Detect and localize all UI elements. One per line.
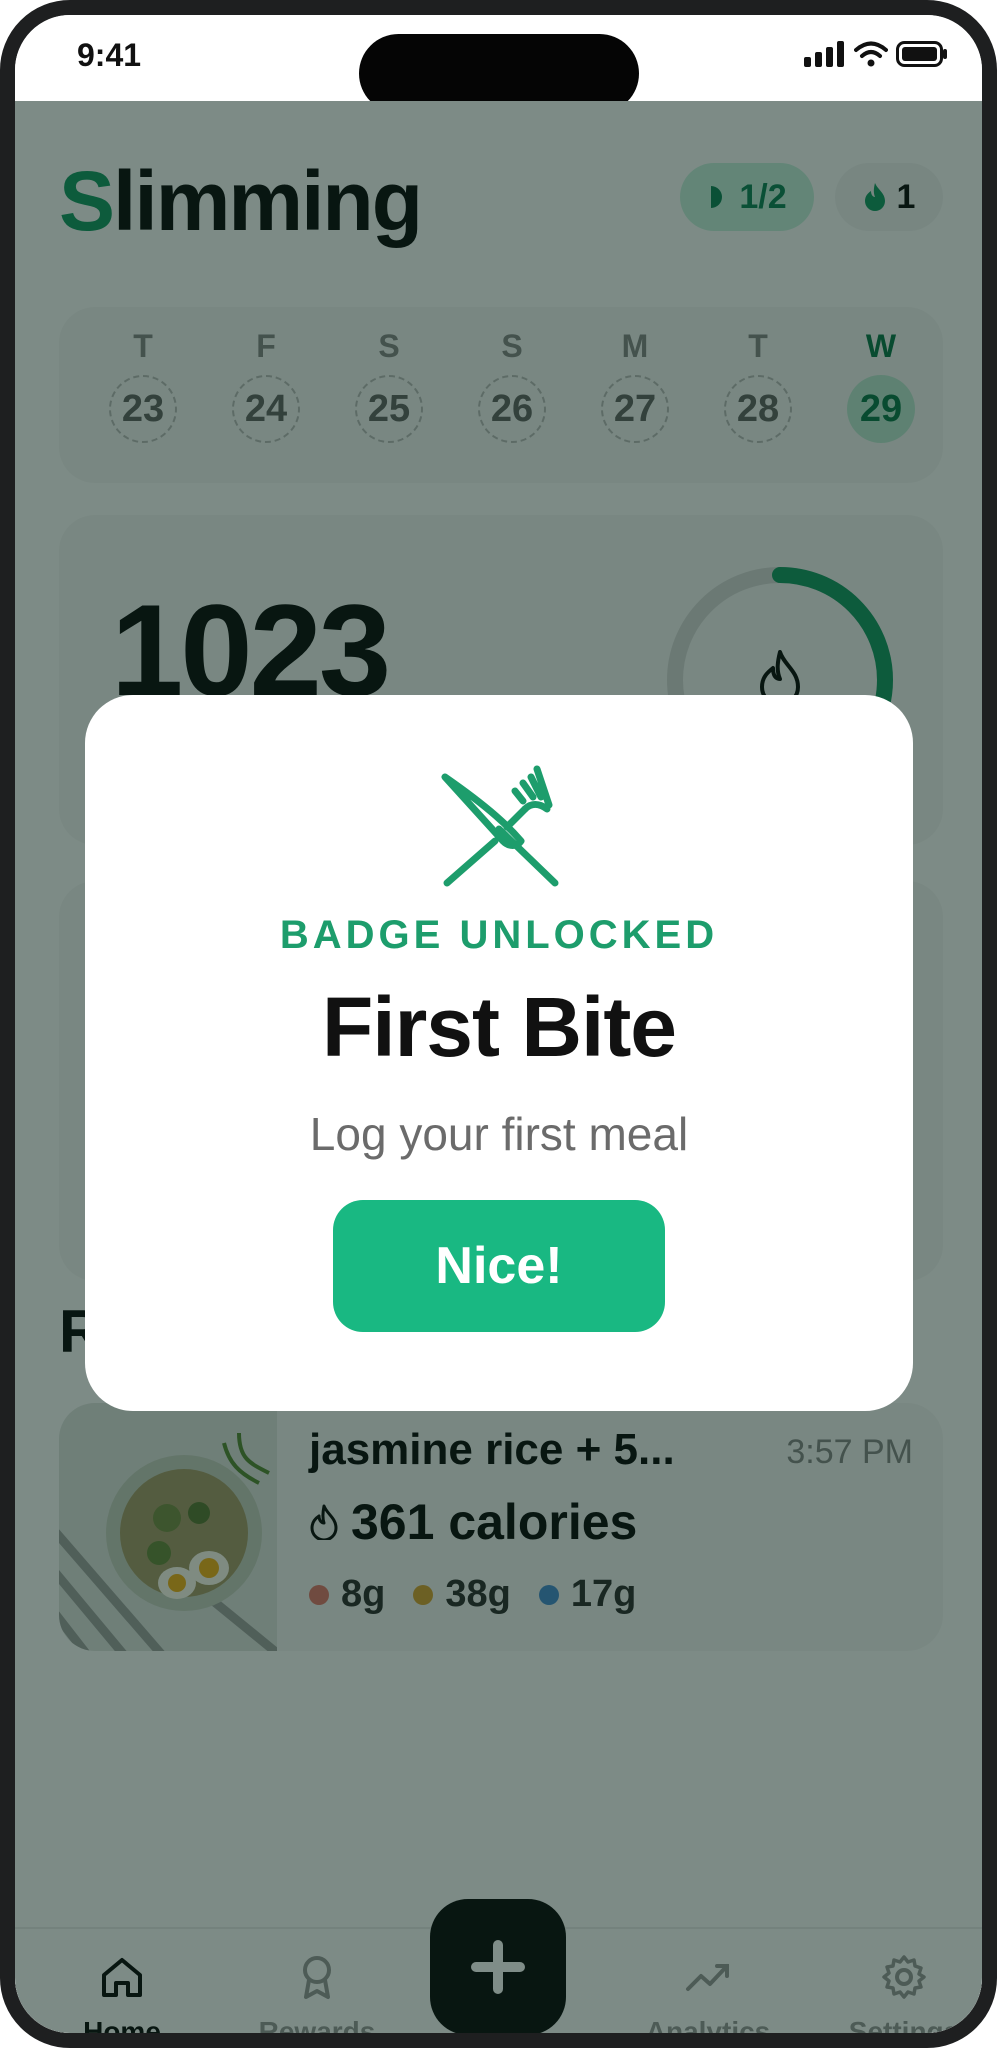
phone-frame: 9:41 Slimming 1/2 1 T23 F24 S25 xyxy=(0,0,997,2048)
screen: 9:41 Slimming 1/2 1 T23 F24 S25 xyxy=(15,15,982,2033)
badge-modal: BADGE UNLOCKED First Bite Log your first… xyxy=(85,695,913,1411)
battery-icon xyxy=(896,41,947,67)
badge-name: First Bite xyxy=(321,980,677,1074)
badge-label: BADGE UNLOCKED xyxy=(279,913,719,957)
wifi-icon xyxy=(854,41,888,67)
status-bar: 9:41 xyxy=(15,15,982,113)
knife-fork-icon xyxy=(441,765,559,887)
status-time: 9:41 xyxy=(77,37,142,73)
nice-button[interactable]: Nice! xyxy=(333,1200,665,1332)
signal-icon xyxy=(804,41,844,67)
status-icons xyxy=(804,41,948,67)
badge-description: Log your first meal xyxy=(309,1108,689,1160)
